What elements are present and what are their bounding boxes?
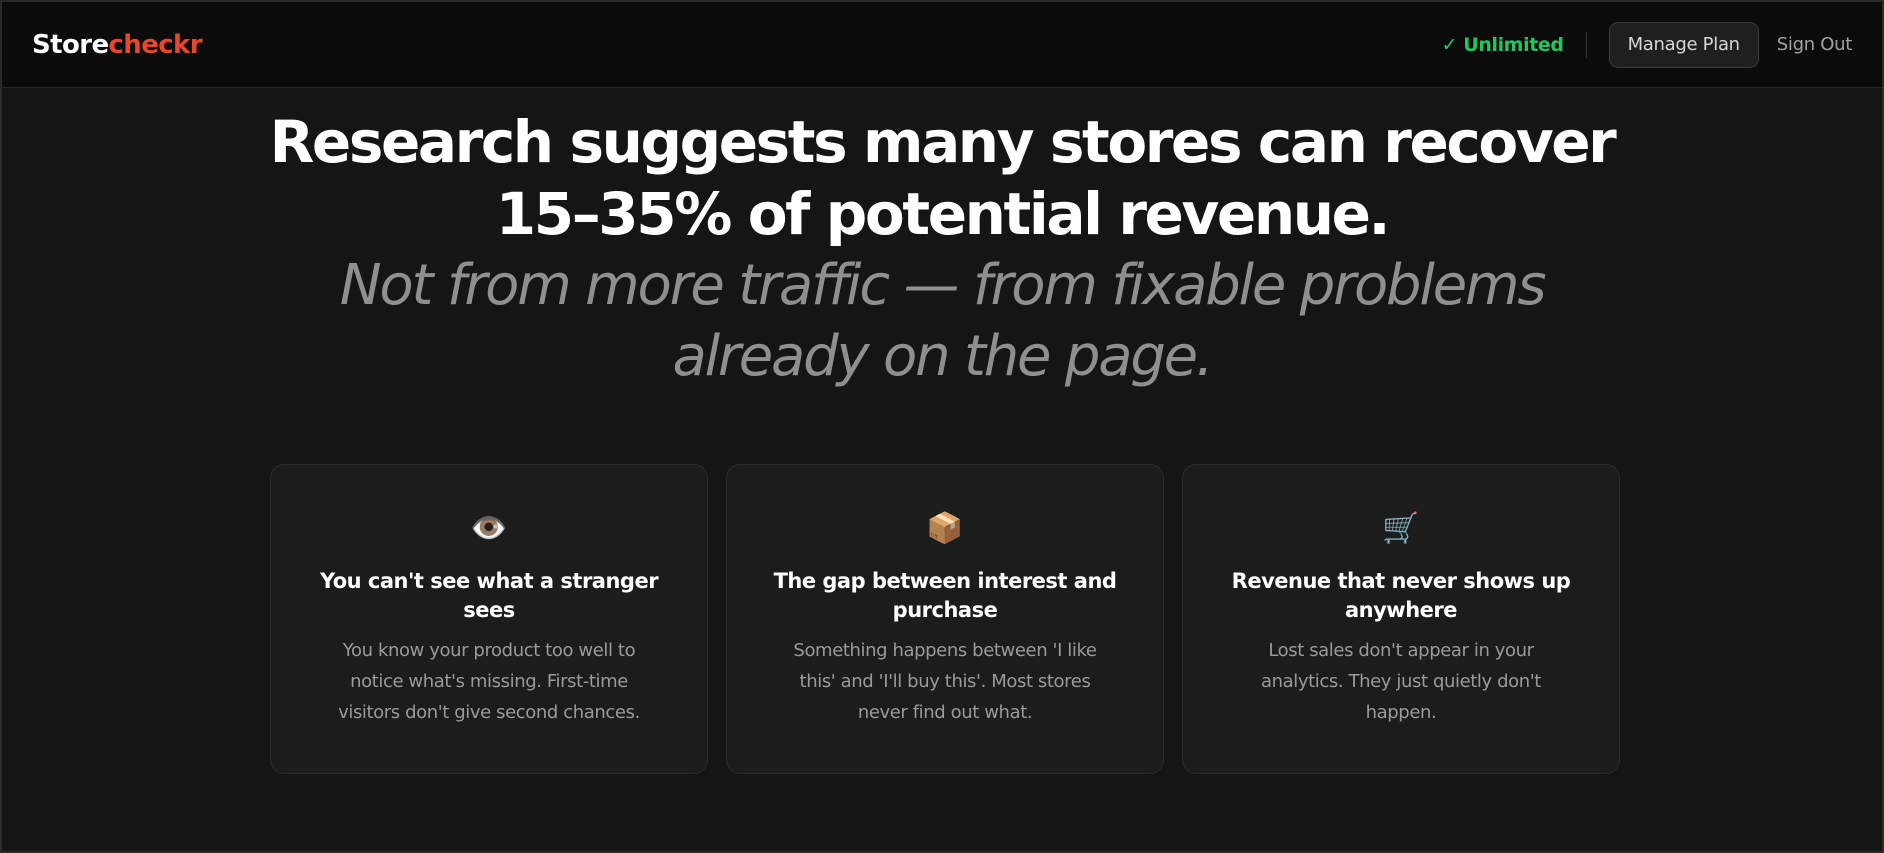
top-nav: Storecheckr ✓ Unlimited Manage Plan Sign… [2, 2, 1882, 88]
card-description: Something happens between 'I like this' … [793, 640, 1097, 723]
card-description: Lost sales don't appear in your analytic… [1261, 640, 1541, 723]
hero-subheadline: Not from more traffic — from fixable pro… [2, 250, 1882, 392]
feature-card: 👁️ You can't see what a stranger sees Yo… [270, 464, 708, 774]
logo-text-store: Store [32, 29, 109, 60]
card-title: You can't see what a stranger sees [319, 569, 659, 622]
logo[interactable]: Storecheckr [32, 29, 203, 60]
card-title: Revenue that never shows up anywhere [1231, 569, 1571, 622]
shopping-cart-icon: 🛒 [1382, 511, 1420, 546]
page: Storecheckr ✓ Unlimited Manage Plan Sign… [0, 0, 1884, 853]
feature-card: 📦 The gap between interest and purchase … [726, 464, 1164, 774]
feature-cards: 👁️ You can't see what a stranger sees Yo… [270, 464, 1620, 774]
hero-subheadline-line2: already on the page. [672, 324, 1213, 389]
hero-headline-line2: 15–35% of potential revenue. [495, 180, 1391, 248]
plan-status-badge: ✓ Unlimited [1441, 33, 1564, 56]
hero-headline: Research suggests many stores can recove… [2, 106, 1882, 250]
hero-subheadline-line1: Not from more traffic — from fixable pro… [339, 253, 1547, 318]
package-icon: 📦 [926, 511, 964, 546]
card-title: The gap between interest and purchase [773, 569, 1117, 622]
logo-text-checkr: checkr [108, 29, 202, 60]
manage-plan-button[interactable]: Manage Plan [1608, 21, 1759, 68]
hero-headline-line1: Research suggests many stores can recove… [269, 108, 1617, 176]
header-actions: ✓ Unlimited Manage Plan Sign Out [1441, 21, 1853, 68]
feature-card: 🛒 Revenue that never shows up anywhere L… [1182, 464, 1620, 774]
header-divider [1585, 31, 1587, 58]
eye-icon: 👁️ [470, 511, 508, 546]
sign-out-link[interactable]: Sign Out [1777, 34, 1853, 55]
hero: Research suggests many stores can recove… [2, 106, 1882, 392]
card-description: You know your product too well to notice… [338, 640, 640, 723]
